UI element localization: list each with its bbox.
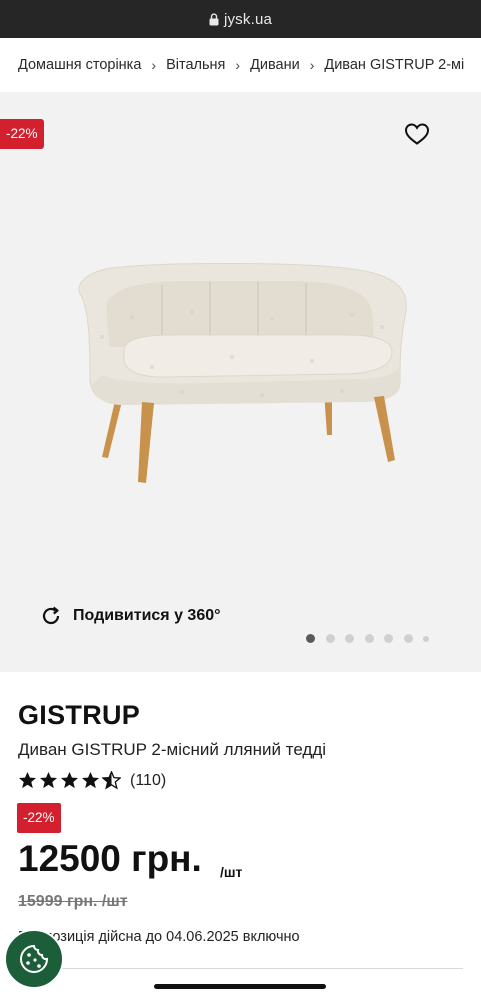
product-rating[interactable]: (110) — [18, 771, 166, 790]
url-bar[interactable]: jysk.ua — [0, 0, 481, 38]
price-discount-badge: -22% — [17, 803, 61, 833]
price-unit: /шт — [220, 864, 243, 880]
carousel-dot[interactable] — [403, 634, 413, 643]
breadcrumb-sofas[interactable]: Дивани — [250, 57, 300, 73]
old-price: 15999 грн. /шт — [18, 893, 128, 910]
carousel-dot[interactable] — [345, 634, 354, 643]
carousel-dot[interactable] — [423, 635, 429, 642]
breadcrumb-living-room[interactable]: Вітальня — [166, 57, 225, 73]
carousel-dot[interactable] — [325, 634, 335, 643]
rating-stars — [18, 771, 123, 790]
breadcrumb-current[interactable]: Диван GISTRUP 2-мі — [324, 57, 464, 73]
carousel-dot[interactable] — [306, 634, 315, 643]
url-text: jysk.ua — [223, 10, 273, 28]
star-icon — [18, 771, 37, 789]
divider — [18, 968, 463, 969]
star-half-icon — [102, 771, 121, 790]
chevron-right-icon: › — [309, 57, 315, 73]
star-icon — [60, 771, 79, 789]
breadcrumb-home[interactable]: Домашня сторінка — [18, 57, 141, 73]
current-price: 12500 грн. — [18, 838, 202, 879]
carousel-dots — [306, 634, 440, 643]
cookie-icon — [20, 944, 49, 973]
offer-validity: Пропозиція дійсна до 04.06.2025 включно — [18, 929, 300, 945]
rating-count: (110) — [130, 771, 167, 789]
breadcrumb: Домашня сторінка › Вітальня › Дивани › Д… — [0, 38, 481, 92]
rotate-360-icon — [42, 606, 60, 625]
cookie-settings-button[interactable] — [4, 929, 64, 989]
view-360-label: Подивитися у 360° — [73, 607, 221, 624]
star-icon — [39, 771, 58, 789]
chevron-right-icon: › — [235, 57, 241, 73]
discount-badge: -22% — [0, 119, 44, 149]
star-icon — [81, 771, 100, 789]
heart-icon[interactable] — [404, 122, 430, 146]
chevron-right-icon: › — [151, 57, 157, 73]
home-indicator — [154, 984, 326, 989]
lock-icon — [209, 12, 219, 25]
product-title: Диван GISTRUP 2-місний лляний тедді — [18, 740, 327, 759]
product-brand: GISTRUP — [18, 700, 141, 730]
carousel-dot[interactable] — [364, 634, 374, 643]
carousel-dot[interactable] — [384, 634, 393, 643]
product-image — [78, 262, 407, 483]
product-gallery[interactable]: -22% Подивитися у 360° — [0, 92, 481, 672]
view-360-button[interactable]: Подивитися у 360° — [40, 605, 221, 627]
